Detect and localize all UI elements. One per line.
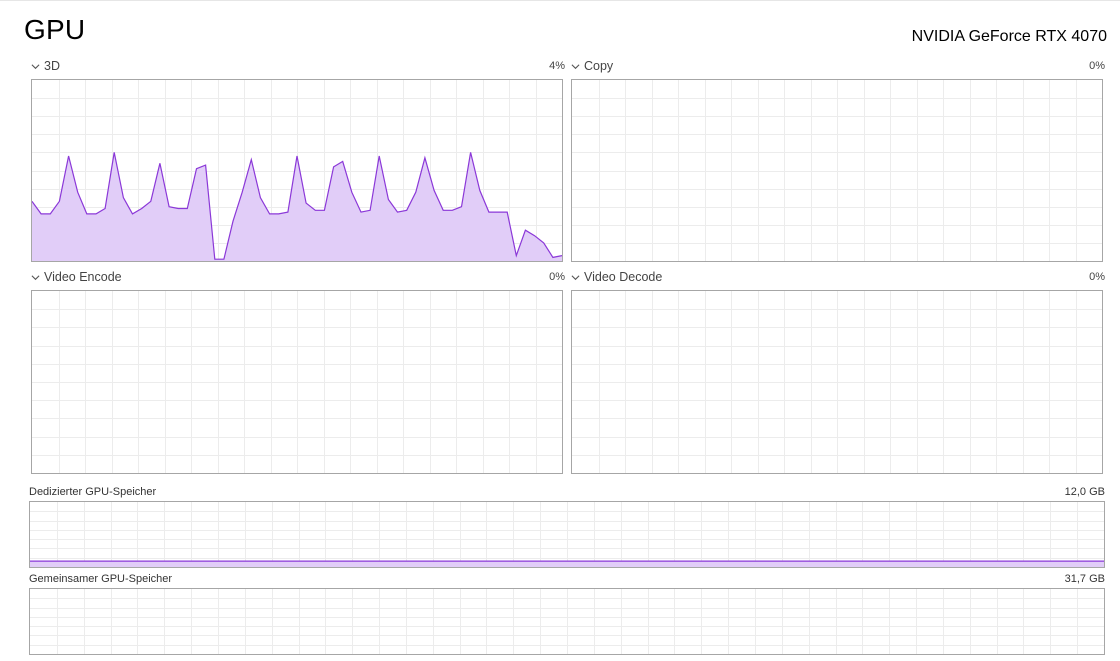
engine-percent-copy: 0%	[1089, 60, 1105, 72]
shared-memory-max: 31,7 GB	[1064, 573, 1105, 585]
grid-lines	[30, 502, 1104, 567]
engine-label-3d: 3D	[44, 59, 60, 73]
graph-video-decode	[571, 290, 1103, 474]
chevron-down-icon	[31, 275, 40, 281]
shared-memory-graph	[29, 588, 1105, 655]
engine-label-video-decode: Video Decode	[584, 270, 663, 284]
engine-header-video-encode[interactable]: Video Encode	[31, 270, 122, 284]
graph-video-encode-plot	[32, 291, 562, 473]
engine-header-3d[interactable]: 3D	[31, 59, 60, 73]
engine-percent-video-encode: 0%	[549, 271, 565, 283]
grid-lines	[572, 80, 1102, 261]
memory-usage-area	[30, 561, 1104, 567]
grid-lines	[30, 589, 1104, 654]
engine-percent-3d: 4%	[549, 60, 565, 72]
graph-copy-plot	[572, 80, 1102, 261]
graph-video-encode	[31, 290, 563, 474]
engine-header-video-decode[interactable]: Video Decode	[571, 270, 662, 284]
engine-percent-video-decode: 0%	[1089, 271, 1105, 283]
dedicated-memory-plot	[30, 502, 1104, 567]
top-divider	[0, 0, 1120, 1]
chevron-down-icon	[571, 275, 580, 281]
dedicated-memory-graph	[29, 501, 1105, 568]
gpu-device-name: NVIDIA GeForce RTX 4070	[911, 28, 1107, 45]
engine-label-copy: Copy	[584, 59, 614, 73]
engine-label-video-encode: Video Encode	[44, 270, 122, 284]
graph-3d-plot	[32, 80, 562, 261]
shared-memory-label: Gemeinsamer GPU-Speicher	[29, 573, 173, 585]
grid-lines	[572, 291, 1102, 473]
shared-memory-plot	[30, 589, 1104, 654]
dedicated-memory-max: 12,0 GB	[1064, 486, 1105, 498]
page-title: GPU	[24, 14, 86, 45]
chevron-down-icon	[571, 64, 580, 70]
graph-3d	[31, 79, 563, 262]
dedicated-memory-label: Dedizierter GPU-Speicher	[29, 486, 157, 498]
engine-header-copy[interactable]: Copy	[571, 59, 613, 73]
grid-lines	[32, 291, 562, 473]
graph-video-decode-plot	[572, 291, 1102, 473]
graph-copy	[571, 79, 1103, 262]
chevron-down-icon	[31, 64, 40, 70]
